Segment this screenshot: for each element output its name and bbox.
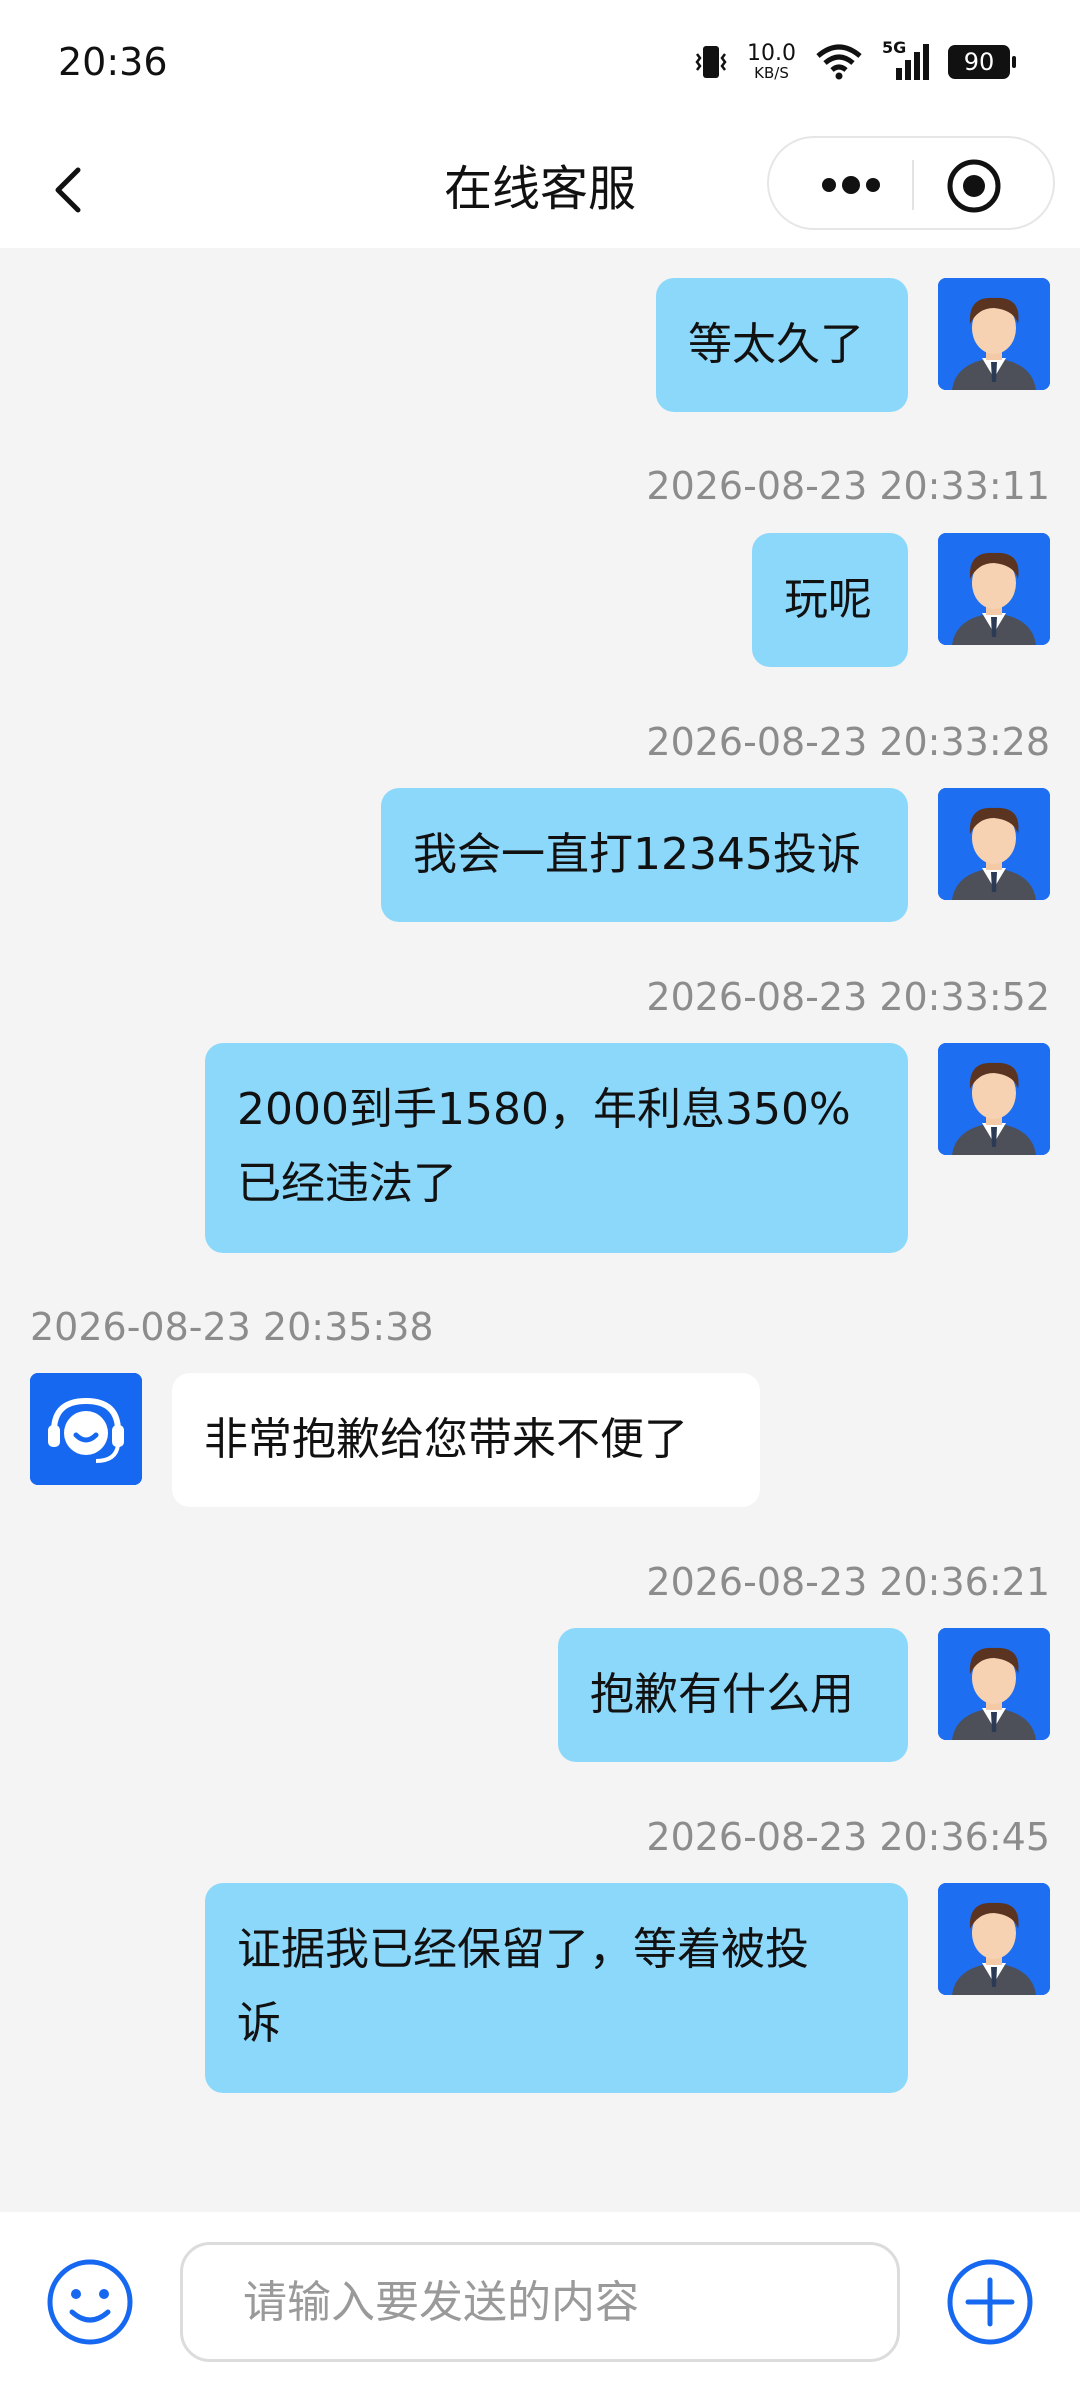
user-avatar[interactable]: [938, 1628, 1050, 1740]
message-text: 抱歉有什么用: [590, 1669, 854, 1720]
emoji-button[interactable]: [44, 2256, 136, 2348]
net-speed: 10.0 KB/S: [747, 41, 796, 82]
plus-circle-icon: [947, 2259, 1033, 2345]
status-time: 20:36: [58, 40, 168, 84]
user-message-bubble: 抱歉有什么用: [558, 1628, 908, 1762]
status-bar: 20:36 10.0 KB/S 5G 90: [0, 0, 1080, 130]
message-timestamp: 2026-08-23 20:33:28: [646, 720, 1050, 764]
user-avatar-icon: [938, 1628, 1050, 1740]
message-timestamp: 2026-08-23 20:36:45: [646, 1815, 1050, 1859]
user-avatar-icon: [938, 278, 1050, 390]
close-mini-program-button[interactable]: [944, 156, 1004, 216]
composer-bar: [0, 2212, 1080, 2392]
status-icons: 10.0 KB/S 5G 90: [693, 38, 1016, 82]
user-avatar[interactable]: [938, 1043, 1050, 1155]
chat-area[interactable]: 等太久了 2026-08-23 20:33:11 玩呢 2026-08-23 2…: [0, 248, 1080, 2210]
vibrate-icon: [695, 46, 727, 78]
user-message-bubble: 玩呢: [752, 533, 908, 667]
battery-indicator: 90: [948, 45, 1016, 79]
user-message-bubble: 2000到手1580，年利息350% 已经违法了: [205, 1043, 908, 1253]
net-speed-value: 10.0: [747, 41, 796, 66]
message-text-line: 已经违法了: [237, 1158, 457, 1209]
message-text-line: 诉: [237, 1998, 281, 2049]
customer-service-headset-icon: [30, 1373, 142, 1485]
message-timestamp: 2026-08-23 20:36:21: [646, 1560, 1050, 1604]
user-message-bubble: 证据我已经保留了，等着被投 诉: [205, 1883, 908, 2093]
user-message-bubble: 我会一直打12345投诉: [381, 788, 908, 922]
message-text: 非常抱歉给您带来不便了: [204, 1414, 688, 1465]
user-avatar[interactable]: [938, 278, 1050, 390]
user-message-bubble: 等太久了: [656, 278, 908, 412]
user-avatar[interactable]: [938, 788, 1050, 900]
message-text-line: 证据我已经保留了，等着被投: [237, 1924, 809, 1975]
message-timestamp: 2026-08-23 20:33:11: [646, 464, 1050, 508]
attach-button[interactable]: [944, 2256, 1036, 2348]
net-speed-unit: KB/S: [754, 64, 789, 82]
message-text: 等太久了: [688, 319, 864, 370]
more-dots-icon: [822, 176, 880, 194]
message-text-line: 2000到手1580，年利息350%: [237, 1084, 851, 1135]
capsule-divider: [912, 160, 914, 210]
message-input[interactable]: [180, 2242, 900, 2362]
message-timestamp: 2026-08-23 20:33:52: [646, 975, 1050, 1019]
wifi-icon: [816, 44, 862, 80]
agent-message-bubble: 非常抱歉给您带来不便了: [172, 1373, 760, 1507]
user-avatar-icon: [938, 788, 1050, 900]
message-text: 玩呢: [784, 574, 872, 625]
nav-bar: 在线客服: [0, 130, 1080, 248]
user-avatar-icon: [938, 1043, 1050, 1155]
agent-avatar[interactable]: [30, 1373, 142, 1485]
emoji-smile-icon: [47, 2259, 133, 2345]
user-avatar-icon: [938, 533, 1050, 645]
user-avatar[interactable]: [938, 1883, 1050, 1995]
target-icon: [947, 159, 1001, 213]
signal-bars-icon: [896, 44, 929, 80]
user-avatar[interactable]: [938, 533, 1050, 645]
more-button[interactable]: [799, 158, 899, 212]
message-timestamp: 2026-08-23 20:35:38: [30, 1305, 434, 1349]
mini-program-capsule: [767, 136, 1055, 230]
signal-indicator: 5G: [882, 38, 930, 82]
message-text: 我会一直打12345投诉: [413, 829, 861, 880]
user-avatar-icon: [938, 1883, 1050, 1995]
